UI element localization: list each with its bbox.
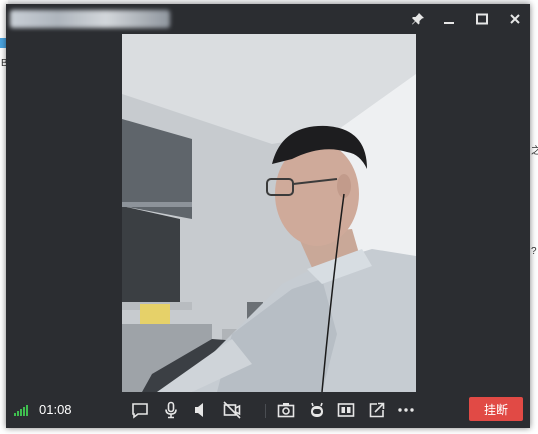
camera-toggle-button[interactable] bbox=[222, 400, 242, 420]
share-icon bbox=[369, 402, 385, 418]
screenshot-button[interactable] bbox=[276, 400, 296, 420]
camera-off-icon bbox=[223, 401, 241, 419]
maximize-icon bbox=[476, 13, 488, 25]
remote-video[interactable] bbox=[122, 34, 416, 392]
robot-icon bbox=[311, 402, 323, 417]
call-duration: 01:08 bbox=[39, 402, 72, 417]
message-icon bbox=[132, 403, 148, 419]
background-right-text: 之 bbox=[531, 146, 538, 157]
close-button[interactable] bbox=[505, 10, 525, 28]
minimize-button[interactable] bbox=[439, 10, 459, 28]
share-button[interactable] bbox=[367, 400, 387, 420]
toolbar-divider bbox=[265, 404, 266, 418]
signal-strength-icon bbox=[14, 404, 28, 416]
microphone-button[interactable] bbox=[161, 400, 181, 420]
hangup-button[interactable]: 挂断 bbox=[469, 397, 523, 421]
microphone-icon bbox=[165, 401, 177, 419]
more-button[interactable] bbox=[396, 400, 416, 420]
more-icon bbox=[398, 408, 414, 412]
pin-icon bbox=[412, 13, 424, 25]
layout-button[interactable] bbox=[336, 400, 356, 420]
background-right-panel: 之 ? bbox=[530, 0, 538, 434]
video-frame-person bbox=[122, 34, 416, 392]
speaker-button[interactable] bbox=[190, 400, 210, 420]
speaker-icon bbox=[195, 403, 203, 417]
close-icon bbox=[510, 14, 520, 24]
video-call-window: 01:08 挂断 bbox=[6, 4, 530, 428]
robot-button[interactable] bbox=[307, 400, 327, 420]
screenshot-icon bbox=[277, 403, 295, 418]
maximize-button[interactable] bbox=[472, 10, 492, 28]
caller-name-blurred bbox=[10, 10, 170, 28]
title-bar[interactable] bbox=[6, 4, 530, 34]
pin-button[interactable] bbox=[408, 10, 428, 28]
video-area bbox=[6, 34, 530, 392]
background-right-text: ? bbox=[531, 246, 537, 257]
layout-icon bbox=[337, 403, 355, 417]
call-toolbar: 01:08 挂断 bbox=[6, 392, 530, 428]
minimize-icon bbox=[444, 22, 454, 24]
message-button[interactable] bbox=[130, 400, 150, 420]
